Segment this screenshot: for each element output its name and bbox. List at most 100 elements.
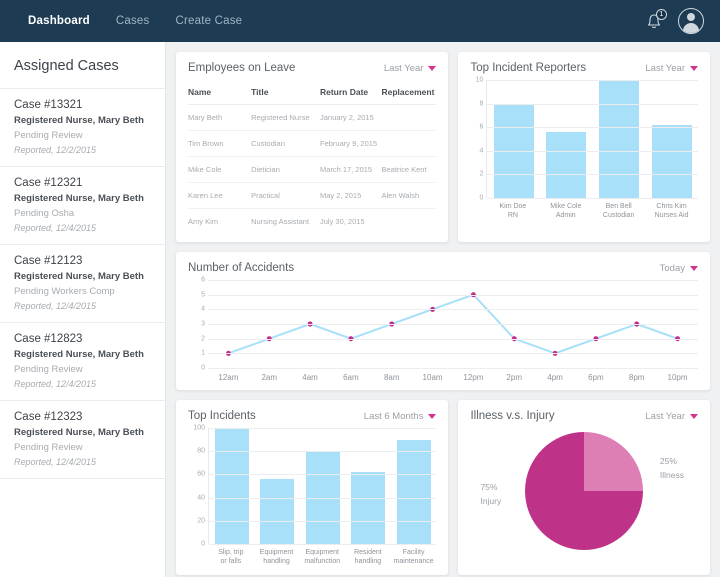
bar <box>351 472 386 544</box>
x-tick-label: 12pm <box>463 373 484 382</box>
card-header: Top Incident Reporters Last Year <box>470 62 698 74</box>
x-tick-label: Resident handling <box>354 549 382 566</box>
x-tick-label: 6pm <box>588 373 604 382</box>
cell-return-date: January 2, 2015 <box>319 104 382 131</box>
sidebar-case-item[interactable]: Case #12823 Registered Nurse, Mary Beth … <box>0 323 165 401</box>
x-tick-label: Equipment handling <box>259 549 294 566</box>
sidebar-title: Assigned Cases <box>0 42 165 89</box>
incidents-filter-dropdown[interactable]: Last 6 Months <box>364 411 437 422</box>
top-navbar: Dashboard Cases Create Case 1 <box>0 0 720 42</box>
cell-title: Practical <box>251 182 320 209</box>
employees-table: Name Title Return Date Replacement Mary … <box>188 80 437 234</box>
y-axis: 0 2 4 6 8 10 <box>470 77 486 202</box>
x-tick-label: 10am <box>422 373 443 382</box>
dropdown-value: Last Year <box>645 62 685 74</box>
pie-name-injury: Injury <box>480 496 502 507</box>
dashboard-row-1: Employees on Leave Last Year Name Title … <box>176 52 710 242</box>
notifications-button[interactable]: 1 <box>644 9 667 32</box>
cell-title: Dietician <box>251 156 320 183</box>
assigned-cases-sidebar: Assigned Cases Case #13321 Registered Nu… <box>0 42 166 577</box>
case-id: Case #12323 <box>14 411 83 423</box>
cell-replacement: Alen Walsh <box>381 182 437 209</box>
nav-link-dashboard[interactable]: Dashboard <box>28 15 90 27</box>
x-axis-labels: Kim Doe RN Mike Cole Admin Ben Bell Custodian… <box>486 198 698 221</box>
gridline <box>487 198 698 199</box>
x-tick-label: Kim Doe RN <box>499 203 527 220</box>
table-row: Mary Beth Registered Nurse January 2, 20… <box>188 104 437 131</box>
nav-link-create-case[interactable]: Create Case <box>175 15 242 27</box>
cell-return-date: May 2, 2015 <box>319 182 382 209</box>
sidebar-case-item[interactable]: Case #12323 Registered Nurse, Mary Beth … <box>0 401 165 479</box>
x-tick-label: Facility maintenance <box>393 549 434 566</box>
chevron-down-icon <box>690 65 698 71</box>
cell-return-date: July 30, 2015 <box>319 217 365 226</box>
gridline <box>487 80 698 81</box>
y-tick-label: 1 <box>201 349 205 357</box>
chevron-down-icon <box>690 413 698 419</box>
gridline <box>208 309 698 311</box>
cell-title: Custodian <box>251 130 320 157</box>
case-status: Pending Workers Comp <box>14 286 115 297</box>
pie-value-injury: 75% <box>480 482 498 492</box>
illness-vs-injury-chart: 75% Injury 25% Illness <box>470 428 698 556</box>
top-incident-reporters-card: Top Incident Reporters Last Year 0 2 4 6 8 10… <box>458 52 710 242</box>
cell-return-date: February 9, 2015 <box>319 130 382 157</box>
gridline <box>487 103 698 105</box>
case-reported-date: Reported, 12/4/2015 <box>14 457 97 467</box>
illness-filter-dropdown[interactable]: Last Year <box>645 411 698 422</box>
column-header-title: Title <box>251 80 320 105</box>
accidents-filter-dropdown[interactable]: Today <box>660 263 698 274</box>
cell-replacement <box>381 130 437 157</box>
cell-replacement: Beatrice Kent <box>381 156 437 183</box>
card-title: Number of Accidents <box>188 262 295 274</box>
y-tick-label: 40 <box>197 494 205 502</box>
y-tick-label: 0 <box>201 364 205 372</box>
y-tick-label: 8 <box>479 100 484 108</box>
sidebar-case-item[interactable]: Case #13321 Registered Nurse, Mary Beth … <box>0 89 165 167</box>
case-id: Case #13321 <box>14 99 83 111</box>
user-avatar[interactable] <box>678 8 704 34</box>
x-tick-label: Mike Cole Admin <box>550 203 582 220</box>
page-body: Assigned Cases Case #13321 Registered Nu… <box>0 42 720 577</box>
dashboard-row-3: Top Incidents Last 6 Months 0 20 40 60 80 100… <box>176 400 710 575</box>
y-axis: 6 5 4 3 2 1 0 <box>188 276 208 372</box>
gridline <box>208 280 698 281</box>
card-header: Employees on Leave Last Year <box>188 62 437 74</box>
card-header: Number of Accidents Today <box>188 262 698 274</box>
y-tick-label: 2 <box>201 335 205 343</box>
bar-series <box>487 80 698 198</box>
card-title: Top Incidents <box>188 410 256 422</box>
case-id: Case #12123 <box>14 255 83 267</box>
sidebar-case-item[interactable]: Case #12321 Registered Nurse, Mary Beth … <box>0 167 165 245</box>
gridline <box>209 544 437 545</box>
cell-return-date: March 17, 2015 <box>319 156 382 183</box>
gridline <box>487 150 698 152</box>
y-tick-label: 100 <box>193 424 205 432</box>
dropdown-value: Today <box>659 262 685 274</box>
x-tick-label: 2am <box>261 373 278 382</box>
sidebar-case-item[interactable]: Case #12123 Registered Nurse, Mary Beth … <box>0 245 165 323</box>
x-tick-label: Ben Bell Custodian <box>602 203 635 220</box>
x-tick-label: 4pm <box>547 373 563 382</box>
y-tick-label: 6 <box>201 276 205 284</box>
nav-links: Dashboard Cases Create Case <box>28 15 242 27</box>
gridline <box>487 127 698 129</box>
case-reported-date: Reported, 12/4/2015 <box>14 379 97 389</box>
table-header-row: Name Title Return Date Replacement <box>188 80 437 105</box>
case-reported-date: Reported, 12/4/2015 <box>14 301 97 311</box>
dropdown-value: Last Year <box>383 62 424 74</box>
number-of-accidents-chart: 6 5 4 3 2 1 0 12am 2am 4am 6am 8am 10am 12pm 2pm 4pm 6p… <box>188 276 698 382</box>
column-header-replacement: Replacement <box>381 80 437 105</box>
gridline <box>208 324 698 325</box>
table-row: Tim Brown Custodian February 9, 2015 <box>188 130 437 157</box>
number-of-accidents-card: Number of Accidents Today 6 5 4 3 2 1 0 12am 2a… <box>176 252 710 390</box>
column-header-name: Name <box>188 80 252 105</box>
illness-vs-injury-card: Illness v.s. Injury Last Year 75% Injury… <box>458 400 710 575</box>
cell-title: Registered Nurse <box>251 104 320 131</box>
reporters-filter-dropdown[interactable]: Last Year <box>645 63 698 74</box>
top-incident-reporters-chart: 0 2 4 6 8 10 Kim Doe RN Mike Cole Admin Ben Bell C… <box>470 77 698 221</box>
nav-link-cases[interactable]: Cases <box>116 15 150 27</box>
x-tick-label: 8pm <box>628 373 645 382</box>
employees-filter-dropdown[interactable]: Last Year <box>384 63 437 74</box>
x-axis-labels: 12am 2am 4am 6am 8am 10am 12pm 2pm 4pm 6pm 8pm 10pm <box>208 368 698 382</box>
